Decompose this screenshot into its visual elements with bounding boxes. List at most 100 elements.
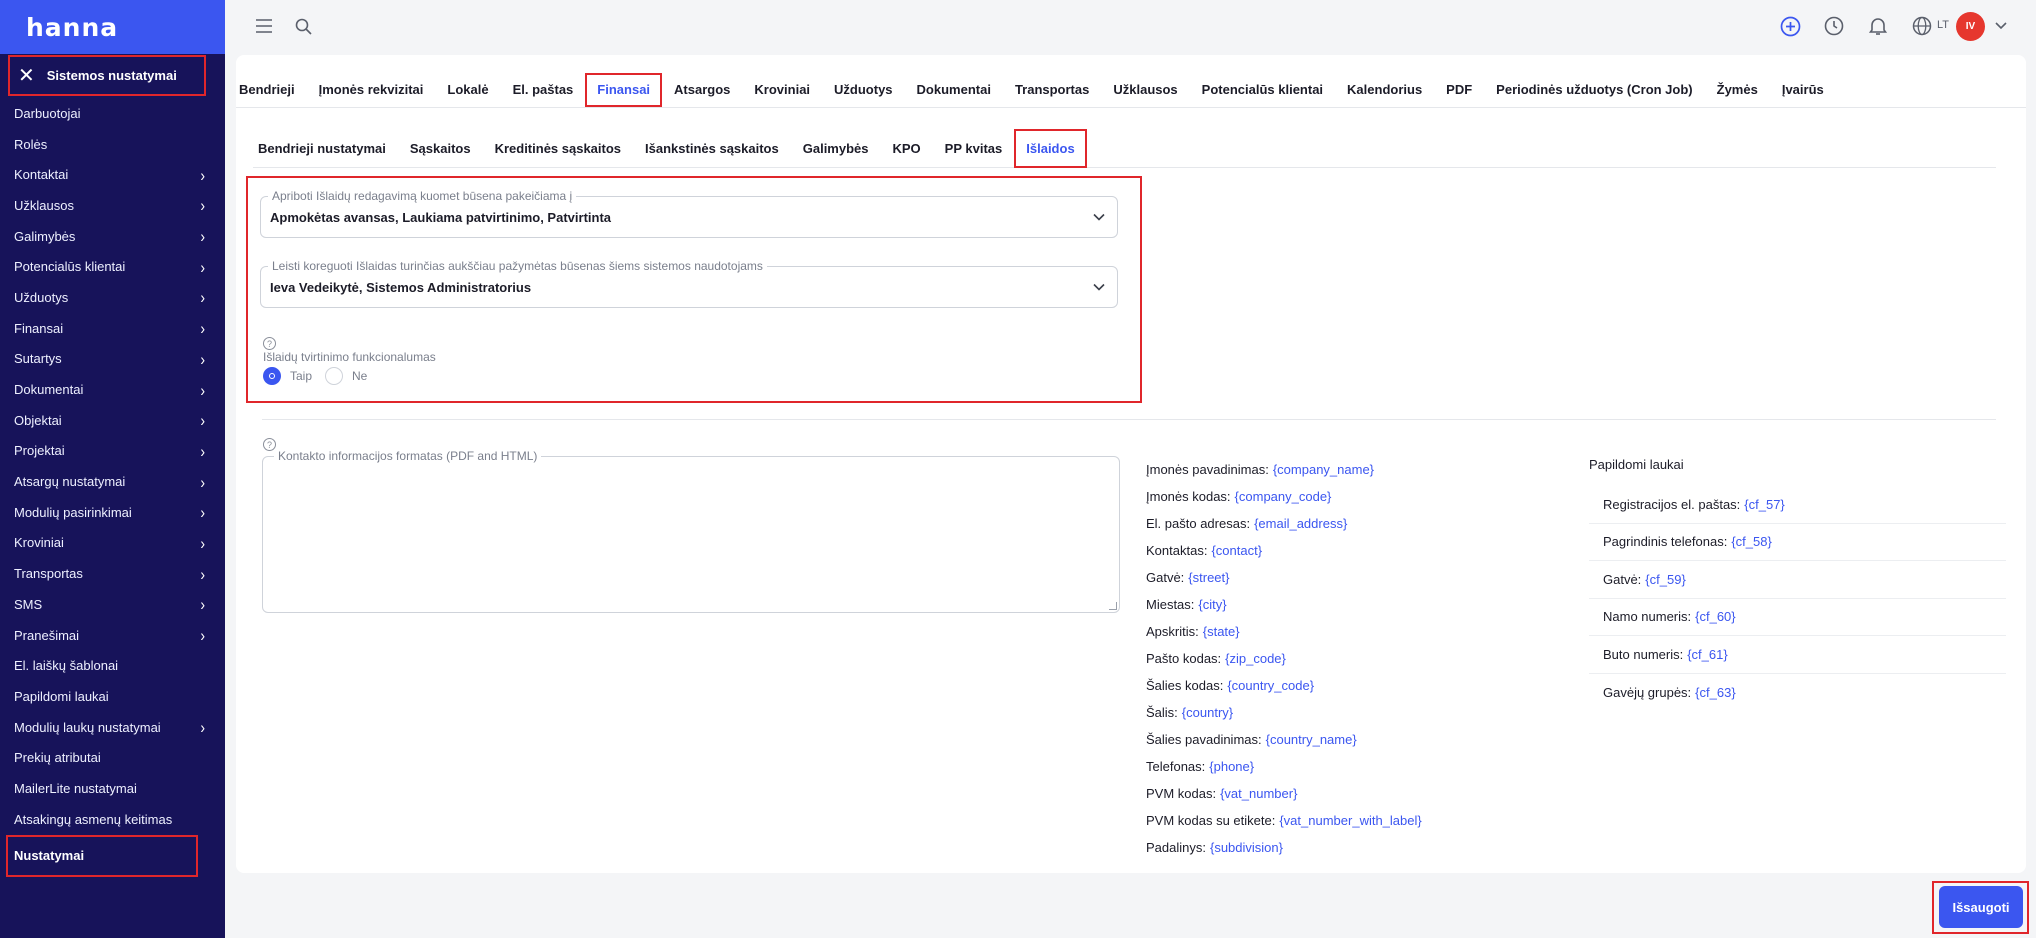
bell-icon[interactable] bbox=[1866, 14, 1890, 38]
radio-checked-icon[interactable] bbox=[263, 367, 281, 385]
placeholder-label: Apskritis: bbox=[1146, 624, 1199, 639]
sidebar-header[interactable]: ✕ Sistemos nustatymai bbox=[8, 55, 206, 96]
placeholder-tag[interactable]: {contact} bbox=[1211, 543, 1262, 558]
sidebar-item[interactable]: Darbuotojai bbox=[0, 98, 225, 129]
approval-radio-no[interactable]: Ne bbox=[325, 367, 367, 385]
sidebar-item[interactable]: Potencialūs klientai › bbox=[0, 251, 225, 282]
main-tab[interactable]: Kroviniai bbox=[742, 73, 822, 107]
search-icon[interactable] bbox=[291, 14, 315, 38]
main-tab[interactable]: El. paštas bbox=[501, 73, 586, 107]
globe-icon[interactable] bbox=[1910, 14, 1934, 38]
add-circle-icon[interactable] bbox=[1778, 14, 1802, 38]
sub-tab[interactable]: Bendrieji nustatymai bbox=[253, 129, 398, 168]
sidebar-item[interactable]: Atsargų nustatymai › bbox=[0, 466, 225, 497]
extra-field-tag[interactable]: {cf_61} bbox=[1687, 647, 1728, 662]
placeholder-tag[interactable]: {city} bbox=[1198, 597, 1226, 612]
placeholder-tag[interactable]: {street} bbox=[1188, 570, 1229, 585]
extra-field-tag[interactable]: {cf_63} bbox=[1695, 685, 1736, 700]
main-tab[interactable]: Įvairūs bbox=[1770, 73, 1836, 107]
sub-tab[interactable]: Kreditinės sąskaitos bbox=[483, 129, 633, 168]
sub-tab[interactable]: PP kvitas bbox=[933, 129, 1015, 168]
placeholder-tag[interactable]: {zip_code} bbox=[1225, 651, 1286, 666]
placeholder-tag[interactable]: {vat_number} bbox=[1220, 786, 1297, 801]
sidebar-item[interactable]: Objektai › bbox=[0, 405, 225, 436]
sidebar-item[interactable]: Dokumentai › bbox=[0, 374, 225, 405]
sidebar-item[interactable]: Finansai › bbox=[0, 313, 225, 344]
sidebar-item[interactable]: Pranešimai › bbox=[0, 620, 225, 651]
main-tab[interactable]: Lokalė bbox=[435, 73, 500, 107]
menu-icon[interactable] bbox=[252, 14, 276, 38]
chevron-right-icon: › bbox=[200, 533, 205, 553]
extra-fields-title: Papildomi laukai bbox=[1589, 457, 1684, 472]
contact-format-textarea[interactable] bbox=[262, 456, 1120, 613]
clock-icon[interactable] bbox=[1822, 14, 1846, 38]
sidebar-item[interactable]: Galimybės › bbox=[0, 221, 225, 252]
main-tab[interactable]: Transportas bbox=[1003, 73, 1101, 107]
sidebar-item[interactable]: Užduotys › bbox=[0, 282, 225, 313]
sidebar-item[interactable]: SMS › bbox=[0, 589, 225, 620]
sidebar-item[interactable]: Projektai › bbox=[0, 436, 225, 467]
chevron-right-icon: › bbox=[200, 502, 205, 522]
sidebar-item[interactable]: Kontaktai › bbox=[0, 159, 225, 190]
placeholder-tag[interactable]: {state} bbox=[1203, 624, 1240, 639]
extra-field-tag[interactable]: {cf_59} bbox=[1645, 572, 1686, 587]
sidebar-item-label: Modulių pasirinkimai bbox=[14, 504, 132, 520]
sub-tab[interactable]: Išlaidos bbox=[1014, 128, 1087, 168]
sub-tab[interactable]: Sąskaitos bbox=[398, 129, 483, 168]
placeholder-tag[interactable]: {email_address} bbox=[1254, 516, 1347, 531]
sidebar-item[interactable]: Transportas › bbox=[0, 558, 225, 589]
avatar[interactable]: IV bbox=[1956, 12, 1985, 41]
language-label[interactable]: LT bbox=[1937, 19, 1949, 31]
sidebar-item[interactable]: MailerLite nustatymai bbox=[0, 773, 225, 804]
approval-radio-yes-label: Taip bbox=[290, 369, 313, 383]
sidebar-item[interactable]: Prekių atributai bbox=[0, 742, 225, 773]
save-button[interactable]: Išsaugoti bbox=[1939, 886, 2023, 928]
sidebar-item[interactable]: Nustatymai bbox=[6, 834, 198, 877]
main-tab[interactable]: Finansai bbox=[585, 72, 663, 107]
chevron-down-icon bbox=[1093, 283, 1105, 291]
main-tab[interactable]: Atsargos bbox=[662, 73, 742, 107]
placeholder-tag[interactable]: {vat_number_with_label} bbox=[1279, 813, 1421, 828]
sidebar-item[interactable]: Modulių pasirinkimai › bbox=[0, 497, 225, 528]
placeholder-tag[interactable]: {country_code} bbox=[1227, 678, 1314, 693]
chevron-down-icon[interactable] bbox=[1989, 14, 2013, 38]
sidebar-item[interactable]: Sutartys › bbox=[0, 344, 225, 375]
sub-tab[interactable]: Išankstinės sąskaitos bbox=[633, 129, 791, 168]
sub-tab[interactable]: KPO bbox=[881, 129, 933, 168]
sidebar-item[interactable]: El. laiškų šablonai bbox=[0, 650, 225, 681]
placeholder-tag[interactable]: {company_code} bbox=[1235, 489, 1332, 504]
sidebar-item[interactable]: Atsakingų asmenų keitimas bbox=[0, 804, 225, 835]
placeholder-tag[interactable]: {company_name} bbox=[1273, 462, 1374, 477]
close-icon[interactable]: ✕ bbox=[18, 66, 35, 86]
sub-tab[interactable]: Galimybės bbox=[791, 129, 881, 168]
main-tab[interactable]: Dokumentai bbox=[905, 73, 1003, 107]
main-tab[interactable]: Užklausos bbox=[1101, 73, 1189, 107]
sidebar-item[interactable]: Kroviniai › bbox=[0, 528, 225, 559]
app-logo[interactable]: hanna bbox=[26, 13, 118, 42]
main-tab[interactable]: Periodinės užduotys (Cron Job) bbox=[1484, 73, 1704, 107]
main-tab[interactable]: Užduotys bbox=[822, 73, 905, 107]
main-tab[interactable]: Kalendorius bbox=[1335, 73, 1434, 107]
approval-radio-yes[interactable]: Taip bbox=[263, 367, 312, 385]
placeholder-row: Gatvė: {street} bbox=[1146, 564, 1422, 591]
sidebar-item[interactable]: Užklausos › bbox=[0, 190, 225, 221]
resize-handle-icon[interactable] bbox=[1109, 602, 1117, 610]
placeholder-tag[interactable]: {country} bbox=[1182, 705, 1233, 720]
radio-unchecked-icon[interactable] bbox=[325, 367, 343, 385]
main-tab[interactable]: Potencialūs klientai bbox=[1190, 73, 1335, 107]
main-tab[interactable]: PDF bbox=[1434, 73, 1484, 107]
sidebar-item[interactable]: Papildomi laukai bbox=[0, 681, 225, 712]
main-tab[interactable]: Žymės bbox=[1705, 73, 1770, 107]
placeholder-tag[interactable]: {phone} bbox=[1209, 759, 1254, 774]
placeholder-tag[interactable]: {country_name} bbox=[1266, 732, 1357, 747]
help-icon[interactable]: ? bbox=[263, 337, 276, 350]
extra-field-tag[interactable]: {cf_60} bbox=[1695, 609, 1736, 624]
sidebar-menu: Darbuotojai Rolės Kontaktai › Užklausos › Gali… bbox=[0, 98, 225, 877]
sidebar-item[interactable]: Rolės bbox=[0, 129, 225, 160]
main-tab[interactable]: Įmonės rekvizitai bbox=[307, 73, 436, 107]
extra-field-tag[interactable]: {cf_57} bbox=[1744, 497, 1785, 512]
main-tab[interactable]: Bendrieji bbox=[236, 73, 307, 107]
placeholder-tag[interactable]: {subdivision} bbox=[1210, 840, 1283, 855]
extra-field-tag[interactable]: {cf_58} bbox=[1731, 534, 1772, 549]
sidebar-item[interactable]: Modulių laukų nustatymai › bbox=[0, 712, 225, 743]
